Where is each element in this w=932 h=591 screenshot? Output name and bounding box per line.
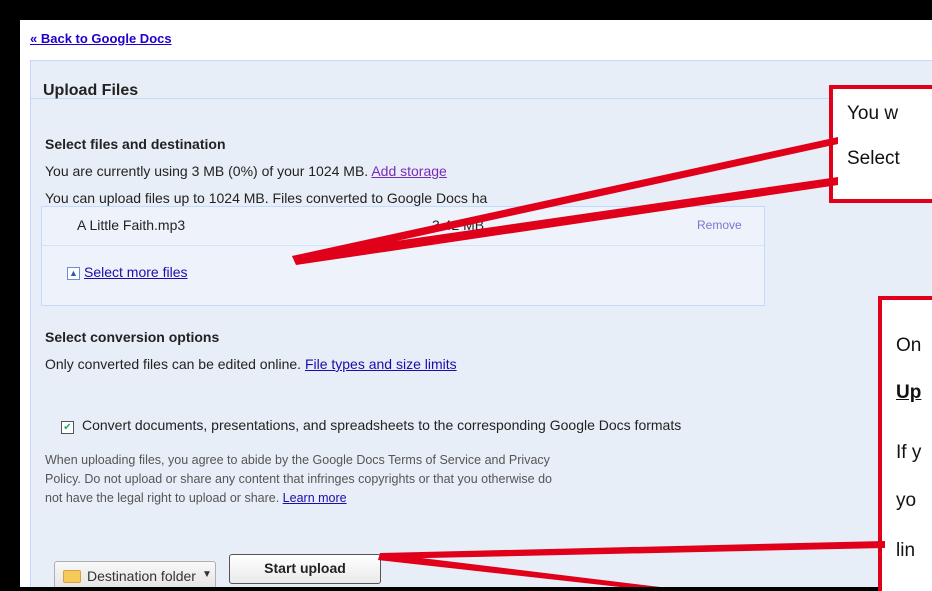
arrow-to-start-lower (378, 553, 660, 587)
arrow-to-file-upper (292, 137, 838, 263)
annotation-arrows (292, 137, 885, 587)
arrow-to-start (380, 541, 885, 559)
arrow-to-file (292, 177, 838, 265)
